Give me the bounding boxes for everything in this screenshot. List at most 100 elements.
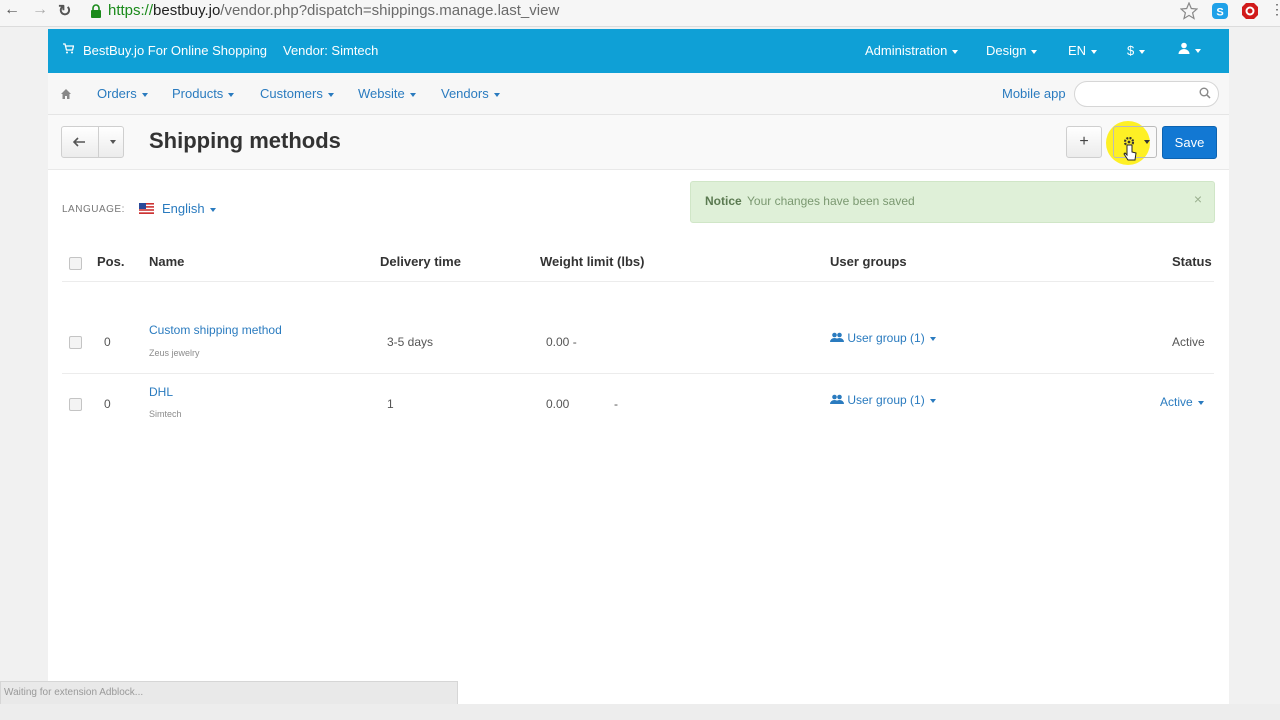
status-dropdown[interactable]: Active	[1160, 395, 1204, 409]
language-select[interactable]: English	[162, 201, 216, 216]
menu-administration[interactable]: Administration	[865, 43, 959, 58]
chevron-down-icon[interactable]	[110, 140, 116, 144]
search-input[interactable]	[1074, 81, 1219, 107]
save-button[interactable]: Save	[1162, 126, 1217, 159]
menu-currency[interactable]: $	[1127, 43, 1146, 58]
status-label: Active	[1160, 395, 1193, 409]
chevron-down-icon	[327, 92, 334, 97]
select-all-checkbox[interactable]	[69, 257, 82, 270]
main-navigation: Orders Products Customers Website Vendor…	[48, 73, 1229, 115]
page-footer-strip	[0, 704, 1280, 720]
weight-limit-dash: -	[614, 397, 618, 411]
nav-vendors-label: Vendors	[441, 86, 489, 101]
notice-text: Your changes have been saved	[747, 194, 915, 208]
user-groups-label: User group (1)	[847, 331, 925, 345]
users-icon	[830, 332, 844, 342]
vendor-name: Zeus jewelry	[149, 348, 200, 358]
page-toolbar: Shipping methods +	[48, 115, 1229, 170]
svg-text:S: S	[1216, 7, 1223, 19]
bookmark-star-icon[interactable]	[1180, 2, 1198, 20]
cart-icon	[62, 42, 75, 57]
forward-arrow-icon[interactable]: →	[32, 1, 48, 19]
us-flag-icon	[139, 203, 154, 214]
header-status[interactable]: Status	[1172, 254, 1212, 269]
nav-vendors[interactable]: Vendors	[441, 86, 500, 101]
menu-language-label: EN	[1068, 43, 1087, 58]
user-groups-dropdown[interactable]: User group (1)	[830, 331, 936, 345]
address-bar[interactable]: https://bestbuy.jo/vendor.php?dispatch=s…	[108, 2, 559, 19]
chevron-down-icon	[493, 92, 500, 97]
user-groups-dropdown[interactable]: User group (1)	[830, 393, 936, 407]
search-icon[interactable]	[1199, 87, 1211, 99]
vendor-name: Simtech	[149, 409, 182, 419]
store-name-link[interactable]: BestBuy.jo For Online Shopping	[83, 43, 267, 58]
mobile-app-link[interactable]: Mobile app	[1002, 86, 1066, 101]
shipping-method-link[interactable]: Custom shipping method	[149, 323, 282, 337]
user-icon	[1178, 42, 1190, 54]
language-value: English	[162, 201, 205, 216]
chevron-down-icon	[929, 398, 936, 403]
notice-label: Notice	[705, 194, 742, 208]
chevron-down-icon	[141, 92, 148, 97]
menu-design[interactable]: Design	[986, 43, 1038, 58]
shipping-method-link[interactable]: DHL	[149, 385, 173, 399]
row-position[interactable]: 0	[104, 397, 111, 411]
header-weight-limit[interactable]: Weight limit (lbs)	[540, 254, 644, 269]
header-delivery-time[interactable]: Delivery time	[380, 254, 461, 269]
menu-icon[interactable]: ⋮	[1270, 1, 1280, 18]
chevron-down-icon	[1031, 49, 1038, 54]
add-button[interactable]: +	[1066, 126, 1102, 158]
delivery-time: 1	[387, 397, 394, 411]
adblock-extension-icon[interactable]	[1241, 2, 1259, 20]
nav-customers[interactable]: Customers	[260, 86, 334, 101]
weight-limit: 0.00	[546, 397, 570, 411]
header-pos[interactable]: Pos.	[97, 254, 124, 269]
url-host: bestbuy.jo	[153, 2, 221, 19]
home-icon[interactable]	[60, 88, 72, 100]
row-checkbox[interactable]	[69, 336, 82, 349]
row-checkbox[interactable]	[69, 398, 82, 411]
back-arrow-icon[interactable]: ←	[4, 1, 20, 19]
close-icon[interactable]: ×	[1194, 191, 1202, 207]
menu-design-label: Design	[986, 43, 1027, 58]
chevron-down-icon	[1195, 48, 1201, 53]
menu-currency-label: $	[1127, 43, 1135, 58]
header-user-groups: User groups	[830, 254, 907, 269]
chevron-down-icon	[409, 92, 416, 97]
divider	[62, 281, 1214, 282]
browser-status-bar: Waiting for extension Adblock...	[0, 681, 458, 705]
status-label: Active	[1172, 335, 1205, 349]
user-groups-label: User group (1)	[847, 393, 925, 407]
chevron-down-icon	[1139, 49, 1146, 54]
lock-icon	[91, 4, 101, 18]
back-icon[interactable]	[73, 136, 87, 148]
chevron-down-icon	[209, 207, 216, 212]
language-label: LANGUAGE:	[62, 204, 125, 215]
vendor-name: Vendor: Simtech	[283, 43, 379, 58]
chevron-down-icon	[1091, 49, 1098, 54]
nav-website[interactable]: Website	[358, 86, 416, 101]
nav-orders-label: Orders	[97, 86, 137, 101]
users-icon	[830, 394, 844, 404]
chevron-down-icon	[1144, 140, 1150, 144]
header-name[interactable]: Name	[149, 254, 184, 269]
nav-orders[interactable]: Orders	[97, 86, 148, 101]
chevron-down-icon	[952, 49, 959, 54]
hand-cursor-icon	[1123, 144, 1137, 161]
nav-products[interactable]: Products	[172, 86, 235, 101]
url-protocol: https://	[108, 2, 154, 19]
skype-extension-icon[interactable]: S	[1211, 2, 1229, 20]
reload-icon[interactable]: ↻	[58, 1, 71, 21]
weight-limit: 0.00 -	[546, 335, 577, 349]
nav-customers-label: Customers	[260, 86, 323, 101]
browser-toolbar: ← → ↻ https://bestbuy.jo/vendor.php?disp…	[0, 0, 1280, 27]
chevron-down-icon	[929, 336, 936, 341]
divider	[62, 373, 1214, 374]
row-position[interactable]: 0	[104, 335, 111, 349]
nav-website-label: Website	[358, 86, 405, 101]
url-path: /vendor.php?dispatch=shippings.manage.la…	[220, 2, 560, 19]
user-menu[interactable]	[1178, 42, 1201, 57]
delivery-time: 3-5 days	[387, 335, 434, 349]
divider	[98, 127, 99, 157]
menu-language[interactable]: EN	[1068, 43, 1098, 58]
